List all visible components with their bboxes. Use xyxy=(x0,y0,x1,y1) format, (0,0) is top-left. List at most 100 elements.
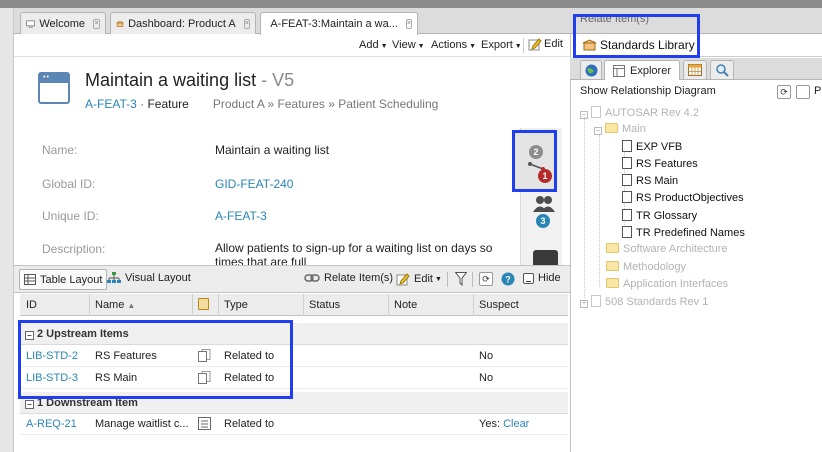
col-id[interactable]: ID xyxy=(26,299,37,311)
column-divider xyxy=(218,294,219,316)
close-icon[interactable]: × xyxy=(243,18,250,29)
name-value: Maintain a waiting list xyxy=(215,143,330,157)
edit-button[interactable]: Edit xyxy=(528,37,563,51)
name-label: Name: xyxy=(42,143,78,157)
link-chain-icon xyxy=(304,274,320,282)
people-icon[interactable] xyxy=(532,195,556,215)
col-item-type-icon[interactable] xyxy=(198,298,209,313)
col-type[interactable]: Type xyxy=(224,299,248,311)
add-menu[interactable]: Add ▼ xyxy=(359,39,388,51)
tree-node-exp-vfb[interactable]: EXP VFB xyxy=(622,140,682,153)
column-divider xyxy=(89,294,90,316)
explorer-tab[interactable]: Explorer xyxy=(604,60,680,80)
comments-widget-tab[interactable] xyxy=(533,250,558,266)
requirement-list-icon xyxy=(198,417,211,433)
close-icon[interactable]: × xyxy=(405,19,412,29)
tree-node-label: RS Main xyxy=(636,175,679,187)
col-suspect[interactable]: Suspect xyxy=(479,299,519,311)
actions-menu[interactable]: Actions ▼ xyxy=(431,39,476,51)
tree-node-methodology[interactable]: Methodology xyxy=(606,261,686,273)
tab-label: Welcome xyxy=(39,17,86,30)
item-id-link[interactable]: A-FEAT-3 xyxy=(85,97,137,111)
view-label: View xyxy=(392,39,416,51)
globe-tab[interactable] xyxy=(580,60,602,79)
item-type: Feature xyxy=(147,97,189,111)
view-menu[interactable]: View ▼ xyxy=(392,39,425,51)
toolbar-divider xyxy=(447,272,448,287)
document-stack-icon xyxy=(591,106,601,118)
relationships-widget-button[interactable]: 2 1 xyxy=(512,130,557,192)
collapse-toggle-icon[interactable]: – xyxy=(594,127,602,135)
col-name-label: Name xyxy=(95,299,125,311)
tree-node-tr-predefined-names[interactable]: TR Predefined Names xyxy=(622,226,745,239)
col-name[interactable]: Name ▲ xyxy=(95,299,135,311)
bottom-edit-menu[interactable]: Edit ▼ xyxy=(396,272,442,286)
panel-overflow-text: P xyxy=(814,85,822,97)
expand-toggle-icon[interactable]: + xyxy=(580,300,588,308)
col-status[interactable]: Status xyxy=(309,299,340,311)
tree-node-label: EXP VFB xyxy=(636,141,683,153)
tree-diagram-icon xyxy=(107,272,121,283)
document-tool-icon[interactable] xyxy=(796,85,810,99)
tree-node-label: AUTOSAR Rev 4.2 xyxy=(605,107,699,119)
export-menu[interactable]: Export ▼ xyxy=(481,39,522,51)
relate-items-button[interactable]: Relate Item(s) xyxy=(304,272,393,284)
welcome-monitor-icon xyxy=(26,20,36,27)
relate-items-label: Relate Item(s) xyxy=(324,272,394,284)
table-row[interactable]: A-REQ-21 Manage waitlist c... Related to… xyxy=(20,413,568,435)
tree-node-autosar[interactable]: – AUTOSAR Rev 4.2 xyxy=(580,106,699,119)
clear-suspect-link[interactable]: Clear xyxy=(503,418,529,430)
column-divider xyxy=(473,294,474,316)
column-divider xyxy=(388,294,389,316)
tree-node-application-interfaces[interactable]: Application Interfaces xyxy=(606,278,728,290)
description-value: Allow patients to sign-up for a waiting … xyxy=(215,241,493,266)
folder-icon xyxy=(605,123,618,133)
tab-feature[interactable]: A-FEAT-3:Maintain a wa... × xyxy=(260,12,418,35)
tree-node-rs-features[interactable]: RS Features xyxy=(622,157,698,170)
relate-panel-tabs: Explorer xyxy=(570,58,822,80)
hide-button[interactable]: Hide xyxy=(523,272,561,284)
document-icon xyxy=(622,174,632,186)
pencil-icon xyxy=(396,273,410,286)
global-id-link[interactable]: GID-FEAT-240 xyxy=(215,177,293,191)
search-tab[interactable] xyxy=(710,60,734,79)
filter-icon[interactable] xyxy=(455,272,467,286)
refresh-icon[interactable]: ⟳ xyxy=(479,272,493,286)
visual-layout-button[interactable]: Visual Layout xyxy=(107,272,191,284)
tree-node-label: TR Glossary xyxy=(636,210,698,222)
breadcrumb: Product A » Features » Patient Schedulin… xyxy=(212,97,439,111)
tab-label: A-FEAT-3:Maintain a wa... xyxy=(270,18,398,30)
tree-node-label: RS Features xyxy=(636,158,698,170)
item-toolbar: Add ▼ View ▼ Actions ▼ Export ▼ Edit xyxy=(14,35,570,57)
toolbar-divider xyxy=(523,38,524,53)
tree-node-label: RS ProductObjectives xyxy=(636,192,744,204)
refresh-icon[interactable]: ⟳ xyxy=(777,85,791,99)
col-note[interactable]: Note xyxy=(394,299,417,311)
explorer-icon xyxy=(613,64,626,77)
collapse-toggle-icon[interactable]: – xyxy=(580,111,588,119)
tree-node-508-standards[interactable]: +508 Standards Rev 1 xyxy=(580,295,708,308)
tree-node-rs-productobjectives[interactable]: RS ProductObjectives xyxy=(622,191,744,204)
unique-id-link[interactable]: A-FEAT-3 xyxy=(215,209,267,223)
collapse-toggle-icon[interactable]: – xyxy=(25,400,34,409)
downstream-count-badge: 1 xyxy=(538,169,552,183)
row-id-link[interactable]: A-REQ-21 xyxy=(26,418,77,430)
relationships-toolbar: Table Layout Visual Layout Relate Item(s… xyxy=(14,265,570,293)
tab-dashboard[interactable]: Dashboard: Product A × xyxy=(110,12,256,34)
folder-icon xyxy=(606,243,619,253)
item-subtitle: A-FEAT-3 · Feature Product A » Features »… xyxy=(85,97,438,111)
toolbar-divider xyxy=(472,272,473,287)
row-suspect: No xyxy=(479,372,494,384)
table-layout-button[interactable]: Table Layout xyxy=(19,269,108,290)
calendar-tab[interactable] xyxy=(683,60,707,79)
tree-node-label: TR Predefined Names xyxy=(636,227,745,239)
upstream-count-badge: 2 xyxy=(529,145,543,159)
tree-node-tr-glossary[interactable]: TR Glossary xyxy=(622,209,697,222)
close-icon[interactable]: × xyxy=(93,18,100,29)
tree-node-rs-main[interactable]: RS Main xyxy=(622,174,678,187)
row-suspect: Yes: Clear xyxy=(479,418,529,430)
tree-node-main[interactable]: – Main xyxy=(594,123,646,135)
tree-node-software-architecture[interactable]: Software Architecture xyxy=(606,243,728,255)
help-icon[interactable]: ? xyxy=(501,272,515,286)
tab-welcome[interactable]: Welcome × xyxy=(20,12,106,34)
